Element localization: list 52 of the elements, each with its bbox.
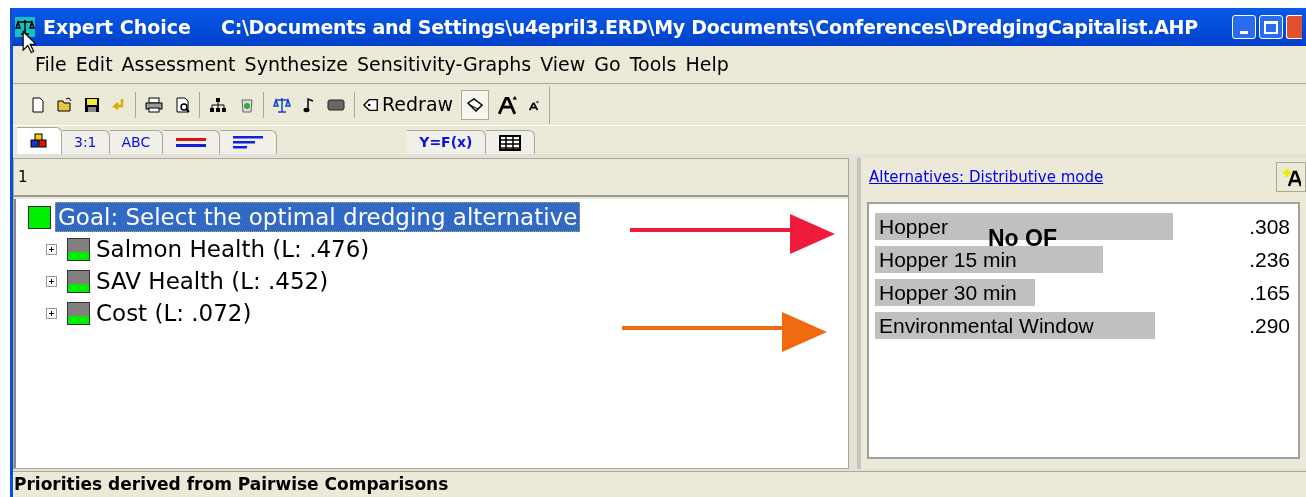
alternative-name: Hopper 30 min — [879, 280, 1017, 305]
view-tab[interactable]: ABC — [109, 130, 164, 154]
node-icon — [28, 205, 51, 229]
menu-item[interactable]: Synthesize — [244, 50, 348, 79]
app-icon — [15, 17, 35, 37]
alternative-name: Environmental Window — [879, 313, 1094, 338]
view-tab[interactable] — [220, 130, 278, 154]
bar-lines-icon — [232, 135, 265, 150]
node-icon — [67, 301, 90, 325]
view-tab[interactable] — [17, 127, 62, 154]
menu-item[interactable]: View — [540, 50, 586, 79]
menu-item[interactable]: Help — [685, 50, 729, 79]
tree-node-label[interactable]: Salmon Health (L: .476) — [94, 235, 372, 263]
view-tab[interactable]: Y=F(x) — [407, 130, 486, 154]
tree-node-label[interactable]: SAV Health (L: .452) — [94, 267, 331, 295]
alternative-name: Hopper — [879, 214, 948, 239]
tag-icon — [363, 96, 379, 113]
grid-icon — [497, 134, 522, 151]
close-button[interactable] — [1286, 15, 1302, 39]
expand-icon[interactable] — [46, 307, 57, 319]
node-icon — [67, 237, 90, 261]
add-alternative-button[interactable] — [1276, 162, 1306, 192]
plus-letter-icon — [1281, 167, 1301, 187]
view-tab[interactable] — [485, 130, 535, 154]
menu-item[interactable]: Sensitivity-Graphs — [356, 50, 532, 79]
menu-item[interactable]: Go — [594, 50, 621, 79]
mouse-cursor-icon — [22, 30, 36, 54]
tree-node-label[interactable]: Goal: Select the optimal dredging alternative — [55, 202, 581, 232]
lines-icon — [175, 136, 208, 149]
node-icon — [67, 269, 90, 293]
view-tab[interactable]: 3:1 — [62, 130, 110, 154]
priority-value: .236 — [1249, 246, 1290, 273]
minimize-button[interactable] — [1232, 15, 1256, 39]
menu-item[interactable]: Tools — [629, 50, 677, 79]
window-title: Expert Choice — [43, 14, 191, 40]
redraw-button[interactable]: Redraw — [360, 89, 457, 120]
blocks-icon — [29, 133, 49, 149]
menu-item[interactable]: File — [35, 50, 67, 79]
expand-icon[interactable] — [46, 275, 57, 287]
status-text: Priorities derived from Pairwise Comparisons — [14, 472, 449, 496]
expand-icon[interactable] — [46, 243, 57, 255]
maximize-button[interactable] — [1259, 15, 1283, 39]
priority-value: .290 — [1249, 312, 1290, 339]
priority-value: .308 — [1249, 213, 1290, 240]
menu-item[interactable]: Edit — [75, 50, 113, 79]
pane-header: 1 — [18, 166, 28, 188]
mode-link[interactable]: Alternatives: Distributive mode — [869, 165, 1104, 189]
priority-value: .165 — [1249, 279, 1290, 306]
tree-node-label[interactable]: Cost (L: .072) — [94, 299, 254, 327]
view-tab[interactable] — [163, 130, 221, 154]
menu-item[interactable]: Assessment — [121, 50, 236, 79]
file-path: C:\Documents and Settings\u4epril3.ERD\My Documents\Conferences\DredgingCapitalist.AHP — [221, 14, 1198, 40]
